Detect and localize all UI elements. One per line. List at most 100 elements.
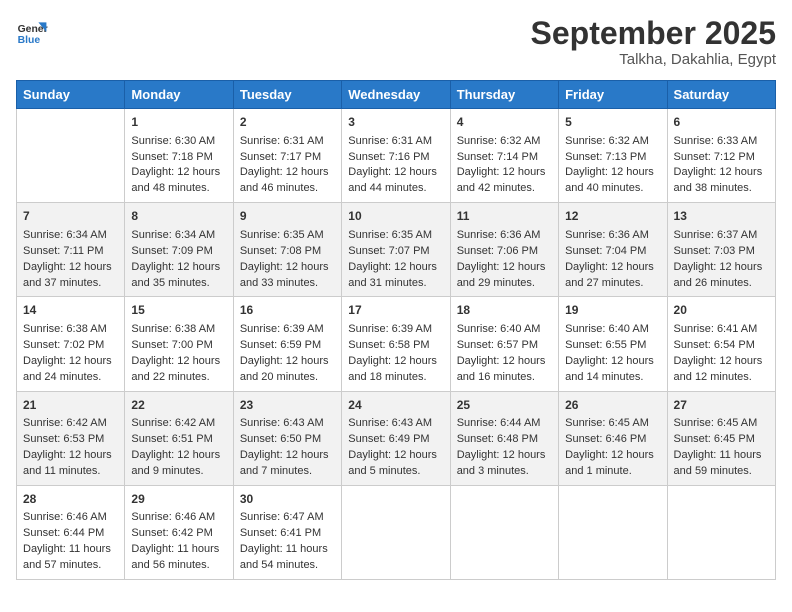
day-number: 22 [131, 397, 226, 414]
day-cell-13: 13Sunrise: 6:37 AMSunset: 7:03 PMDayligh… [667, 203, 775, 297]
day-number: 8 [131, 208, 226, 225]
sunset-text: Sunset: 7:07 PM [348, 245, 429, 257]
sunset-text: Sunset: 6:45 PM [674, 433, 755, 445]
sunrise-text: Sunrise: 6:39 AM [348, 323, 432, 335]
daylight-text: Daylight: 12 hours and 9 minutes. [131, 449, 220, 477]
calendar-table: SundayMondayTuesdayWednesdayThursdayFrid… [16, 80, 776, 580]
day-number: 9 [240, 208, 335, 225]
week-row-1: 1Sunrise: 6:30 AMSunset: 7:18 PMDaylight… [17, 109, 776, 203]
daylight-text: Daylight: 12 hours and 29 minutes. [457, 261, 546, 289]
daylight-text: Daylight: 12 hours and 14 minutes. [565, 355, 654, 383]
day-number: 16 [240, 302, 335, 319]
sunrise-text: Sunrise: 6:33 AM [674, 135, 758, 147]
day-number: 25 [457, 397, 552, 414]
day-cell-10: 10Sunrise: 6:35 AMSunset: 7:07 PMDayligh… [342, 203, 450, 297]
day-header-monday: Monday [125, 81, 233, 109]
daylight-text: Daylight: 12 hours and 3 minutes. [457, 449, 546, 477]
day-cell-21: 21Sunrise: 6:42 AMSunset: 6:53 PMDayligh… [17, 391, 125, 485]
sunset-text: Sunset: 6:49 PM [348, 433, 429, 445]
daylight-text: Daylight: 12 hours and 38 minutes. [674, 166, 763, 194]
day-cell-7: 7Sunrise: 6:34 AMSunset: 7:11 PMDaylight… [17, 203, 125, 297]
day-number: 14 [23, 302, 118, 319]
week-row-4: 21Sunrise: 6:42 AMSunset: 6:53 PMDayligh… [17, 391, 776, 485]
day-header-saturday: Saturday [667, 81, 775, 109]
sunrise-text: Sunrise: 6:44 AM [457, 417, 541, 429]
page-header: General Blue September 2025 Talkha, Daka… [16, 16, 776, 68]
sunrise-text: Sunrise: 6:43 AM [240, 417, 324, 429]
sunset-text: Sunset: 6:55 PM [565, 339, 646, 351]
day-number: 27 [674, 397, 769, 414]
daylight-text: Daylight: 12 hours and 27 minutes. [565, 261, 654, 289]
day-number: 20 [674, 302, 769, 319]
day-number: 4 [457, 114, 552, 131]
day-header-friday: Friday [559, 81, 667, 109]
sunrise-text: Sunrise: 6:34 AM [23, 229, 107, 241]
sunrise-text: Sunrise: 6:42 AM [23, 417, 107, 429]
day-number: 13 [674, 208, 769, 225]
sunset-text: Sunset: 6:51 PM [131, 433, 212, 445]
logo: General Blue [16, 16, 48, 48]
sunrise-text: Sunrise: 6:36 AM [565, 229, 649, 241]
day-number: 26 [565, 397, 660, 414]
sunset-text: Sunset: 7:16 PM [348, 151, 429, 163]
sunset-text: Sunset: 7:04 PM [565, 245, 646, 257]
day-cell-26: 26Sunrise: 6:45 AMSunset: 6:46 PMDayligh… [559, 391, 667, 485]
day-number: 17 [348, 302, 443, 319]
logo-icon: General Blue [16, 16, 48, 48]
daylight-text: Daylight: 12 hours and 35 minutes. [131, 261, 220, 289]
daylight-text: Daylight: 11 hours and 57 minutes. [23, 543, 111, 571]
day-cell-11: 11Sunrise: 6:36 AMSunset: 7:06 PMDayligh… [450, 203, 558, 297]
day-number: 15 [131, 302, 226, 319]
sunrise-text: Sunrise: 6:31 AM [240, 135, 324, 147]
daylight-text: Daylight: 12 hours and 46 minutes. [240, 166, 329, 194]
day-number: 1 [131, 114, 226, 131]
day-number: 23 [240, 397, 335, 414]
day-number: 6 [674, 114, 769, 131]
daylight-text: Daylight: 12 hours and 11 minutes. [23, 449, 112, 477]
sunset-text: Sunset: 6:57 PM [457, 339, 538, 351]
daylight-text: Daylight: 12 hours and 37 minutes. [23, 261, 112, 289]
sunrise-text: Sunrise: 6:36 AM [457, 229, 541, 241]
empty-cell [667, 485, 775, 579]
day-number: 5 [565, 114, 660, 131]
sunrise-text: Sunrise: 6:47 AM [240, 511, 324, 523]
sunrise-text: Sunrise: 6:38 AM [131, 323, 215, 335]
daylight-text: Daylight: 12 hours and 31 minutes. [348, 261, 437, 289]
title-block: September 2025 Talkha, Dakahlia, Egypt [531, 16, 776, 68]
sunset-text: Sunset: 7:03 PM [674, 245, 755, 257]
week-row-5: 28Sunrise: 6:46 AMSunset: 6:44 PMDayligh… [17, 485, 776, 579]
sunset-text: Sunset: 6:59 PM [240, 339, 321, 351]
sunrise-text: Sunrise: 6:30 AM [131, 135, 215, 147]
header-row: SundayMondayTuesdayWednesdayThursdayFrid… [17, 81, 776, 109]
day-cell-25: 25Sunrise: 6:44 AMSunset: 6:48 PMDayligh… [450, 391, 558, 485]
svg-text:Blue: Blue [18, 35, 41, 46]
daylight-text: Daylight: 12 hours and 5 minutes. [348, 449, 437, 477]
sunrise-text: Sunrise: 6:46 AM [131, 511, 215, 523]
daylight-text: Daylight: 12 hours and 26 minutes. [674, 261, 763, 289]
day-cell-12: 12Sunrise: 6:36 AMSunset: 7:04 PMDayligh… [559, 203, 667, 297]
sunrise-text: Sunrise: 6:40 AM [565, 323, 649, 335]
sunrise-text: Sunrise: 6:34 AM [131, 229, 215, 241]
day-number: 11 [457, 208, 552, 225]
daylight-text: Daylight: 12 hours and 44 minutes. [348, 166, 437, 194]
day-number: 21 [23, 397, 118, 414]
day-number: 18 [457, 302, 552, 319]
day-header-tuesday: Tuesday [233, 81, 341, 109]
daylight-text: Daylight: 12 hours and 18 minutes. [348, 355, 437, 383]
week-row-2: 7Sunrise: 6:34 AMSunset: 7:11 PMDaylight… [17, 203, 776, 297]
sunrise-text: Sunrise: 6:31 AM [348, 135, 432, 147]
sunrise-text: Sunrise: 6:32 AM [565, 135, 649, 147]
sunset-text: Sunset: 7:08 PM [240, 245, 321, 257]
day-number: 28 [23, 491, 118, 508]
location-subtitle: Talkha, Dakahlia, Egypt [531, 51, 776, 68]
day-number: 30 [240, 491, 335, 508]
daylight-text: Daylight: 12 hours and 20 minutes. [240, 355, 329, 383]
sunrise-text: Sunrise: 6:32 AM [457, 135, 541, 147]
week-row-3: 14Sunrise: 6:38 AMSunset: 7:02 PMDayligh… [17, 297, 776, 391]
day-cell-28: 28Sunrise: 6:46 AMSunset: 6:44 PMDayligh… [17, 485, 125, 579]
daylight-text: Daylight: 12 hours and 12 minutes. [674, 355, 763, 383]
daylight-text: Daylight: 12 hours and 40 minutes. [565, 166, 654, 194]
day-cell-9: 9Sunrise: 6:35 AMSunset: 7:08 PMDaylight… [233, 203, 341, 297]
day-number: 24 [348, 397, 443, 414]
sunset-text: Sunset: 7:12 PM [674, 151, 755, 163]
